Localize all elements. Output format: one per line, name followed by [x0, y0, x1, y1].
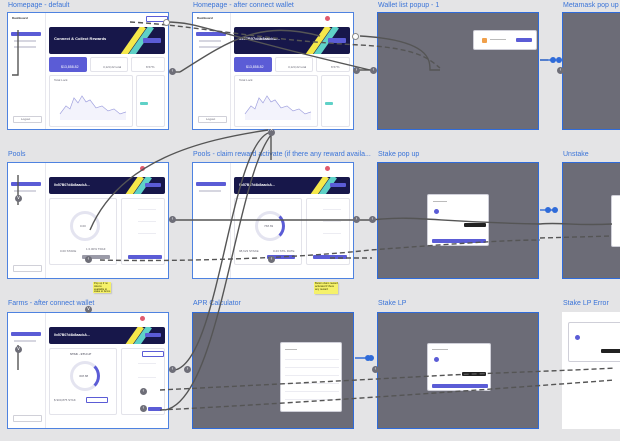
connector-knob[interactable]: ‹ [85, 256, 92, 263]
connector-knob[interactable]: v [15, 346, 22, 353]
prototype-connections [12, 21, 616, 411]
connector-knob[interactable]: › [353, 216, 360, 223]
connector-knob[interactable]: ‹ [268, 256, 275, 263]
connector-knob[interactable]: ‹ [557, 67, 564, 74]
connector-knob[interactable]: v [85, 306, 92, 313]
connector-origin[interactable] [163, 19, 170, 26]
connector-knob[interactable]: ^ [268, 129, 275, 136]
connector-knob[interactable]: ‹ [169, 216, 176, 223]
connector-end-dot[interactable] [368, 355, 374, 361]
connector-knob[interactable]: ‹ [369, 216, 376, 223]
connector-knob[interactable]: ‹ [372, 366, 379, 373]
connector-knob[interactable]: ‹ [140, 388, 147, 395]
connector-end-dot[interactable] [552, 207, 558, 213]
connector-knob[interactable]: ‹ [370, 67, 377, 74]
connector-origin[interactable] [352, 33, 359, 40]
connector-knob[interactable]: › [184, 366, 191, 373]
connector-knob[interactable]: › [353, 67, 360, 74]
connector-knob[interactable]: v [15, 195, 22, 202]
connector-end-dot[interactable] [556, 57, 562, 63]
connector-knob[interactable]: ‹ [140, 405, 147, 412]
connector-knob[interactable]: ‹ [169, 366, 176, 373]
connector-knob[interactable]: ‹ [169, 68, 176, 75]
